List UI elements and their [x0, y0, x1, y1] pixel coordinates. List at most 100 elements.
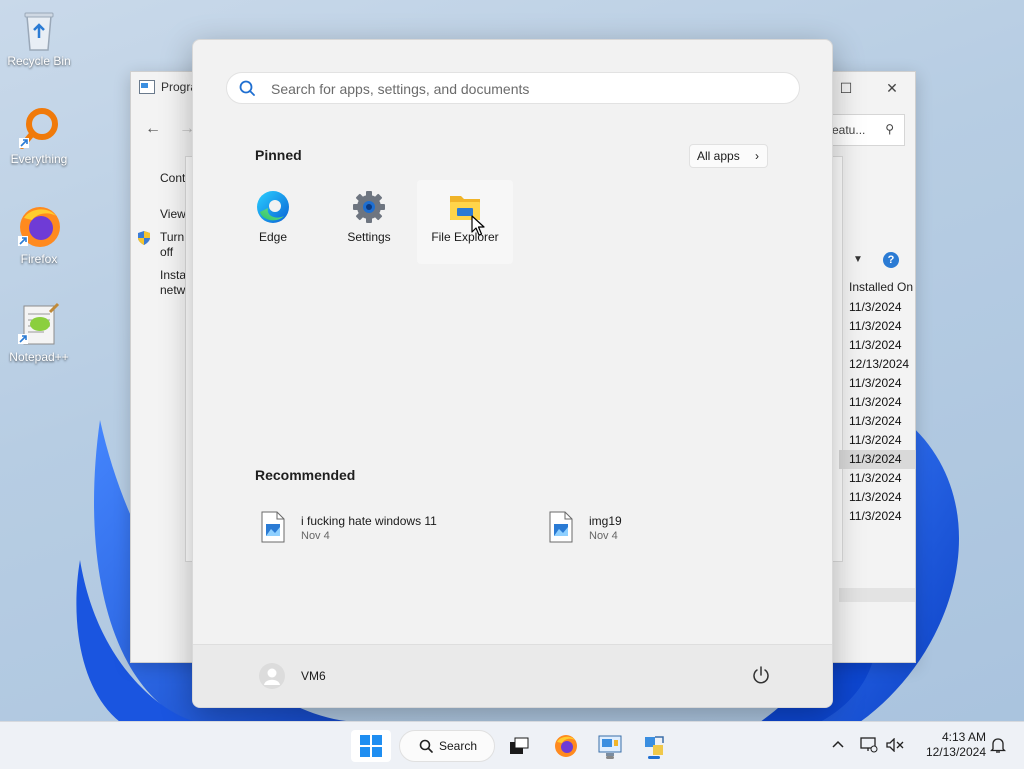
table-row[interactable]: 11/3/2024	[839, 393, 915, 412]
magnifier-icon	[19, 108, 58, 149]
table-row[interactable]: 11/3/2024	[839, 469, 915, 488]
control-panel-icon	[139, 80, 155, 94]
taskbar-firefox[interactable]	[546, 730, 586, 762]
network-status[interactable]	[858, 722, 880, 769]
sidebar-item-view[interactable]: View	[160, 207, 186, 222]
taskbar-search-label: Search	[439, 739, 478, 753]
back-button[interactable]: ←	[145, 120, 161, 138]
pinned-heading: Pinned	[255, 147, 302, 163]
clock-date: 12/13/2024	[925, 745, 986, 759]
recommended-item-name: img19	[589, 514, 622, 528]
search-icon	[419, 739, 433, 753]
taskbar-search-button[interactable]: Search	[399, 730, 495, 762]
desktop-icon-label: Firefox	[20, 252, 58, 266]
desktop-icon-label: Notepad++	[9, 350, 69, 364]
user-name[interactable]: VM6	[301, 669, 326, 683]
task-view-icon	[510, 737, 529, 754]
table-row[interactable]: 11/3/2024	[839, 431, 915, 450]
all-apps-label: All apps	[697, 149, 740, 163]
recommended-item[interactable]: img19 Nov 4	[549, 508, 749, 548]
taskbar-control-panel[interactable]	[590, 730, 630, 762]
table-row[interactable]: 11/3/2024	[839, 488, 915, 507]
pinned-app-edge[interactable]: Edge	[225, 180, 321, 264]
shield-icon	[138, 231, 150, 245]
search-icon: ⚲	[885, 122, 894, 136]
notifications-button[interactable]	[988, 722, 1008, 769]
image-file-icon	[549, 511, 573, 543]
control-panel-icon	[598, 735, 622, 756]
sidebar-item-turn-features[interactable]: Turn off	[160, 230, 184, 260]
power-icon	[753, 666, 769, 684]
chevron-up-icon[interactable]	[828, 722, 848, 769]
recycle-bin-icon	[24, 12, 54, 51]
program-settings-icon	[645, 736, 664, 755]
firefox-icon	[18, 207, 60, 247]
user-icon	[264, 668, 280, 685]
recommended-item[interactable]: i fucking hate windows 11 Nov 4	[261, 508, 491, 548]
pinned-app-label: Edge	[258, 230, 288, 244]
notepadpp-icon	[18, 302, 60, 345]
pinned-app-label: File Explorer	[431, 230, 499, 244]
start-search-box[interactable]	[226, 72, 800, 104]
chevron-down-icon[interactable]: ▼	[853, 254, 863, 265]
task-view-button[interactable]	[499, 730, 539, 762]
table-row[interactable]: 11/3/2024	[839, 317, 915, 336]
installed-dates-column: 11/3/2024 11/3/2024 11/3/2024 12/13/2024…	[839, 298, 915, 526]
start-button[interactable]	[351, 730, 391, 762]
bell-icon	[990, 738, 1006, 753]
volume-muted-icon	[886, 738, 904, 752]
table-row[interactable]: 12/13/2024	[839, 355, 915, 374]
window-search-text: eatu...	[832, 123, 866, 137]
search-icon	[239, 80, 255, 96]
window-search-box[interactable]: eatu... ⚲	[831, 114, 905, 146]
table-row[interactable]: 11/3/2024	[839, 507, 915, 526]
pinned-app-file-explorer[interactable]: File Explorer	[417, 180, 513, 264]
search-input[interactable]	[269, 77, 783, 101]
column-header-installed-on[interactable]: Installed On	[849, 280, 913, 294]
taskbar-app[interactable]	[634, 730, 674, 762]
mouse-cursor-icon	[471, 215, 485, 236]
recommended-item-date: Nov 4	[301, 530, 330, 542]
windows-logo-icon	[360, 735, 382, 757]
running-indicator	[606, 756, 614, 759]
help-icon[interactable]: ?	[883, 252, 899, 268]
desktop-icon-notepadpp[interactable]: Notepad++	[0, 302, 78, 364]
pinned-app-label: Settings	[347, 230, 391, 244]
table-row[interactable]: 11/3/2024	[839, 374, 915, 393]
power-button[interactable]	[751, 665, 771, 690]
start-menu-footer: VM6	[193, 644, 832, 707]
close-button[interactable]: ✕	[878, 76, 906, 100]
taskbar: Search 4:13 AM 12/13/2024	[0, 721, 1024, 769]
table-row[interactable]: 11/3/2024	[839, 298, 915, 317]
pinned-app-settings[interactable]: Settings	[321, 180, 417, 264]
network-icon	[860, 737, 878, 753]
desktop-icon-label: Recycle Bin	[7, 54, 71, 68]
desktop-icon-everything[interactable]: Everything	[0, 106, 78, 166]
table-row[interactable]: 11/3/2024	[839, 412, 915, 431]
horizontal-scrollbar[interactable]	[839, 588, 915, 602]
start-menu: Pinned All apps › Edge	[192, 39, 833, 708]
desktop-icon-firefox[interactable]: Firefox	[0, 204, 78, 266]
recommended-item-name: i fucking hate windows 11	[301, 514, 437, 528]
gear-icon	[353, 191, 385, 223]
desktop-icon-recycle-bin[interactable]: Recycle Bin	[0, 8, 78, 68]
image-file-icon	[261, 511, 285, 543]
user-avatar[interactable]	[259, 663, 285, 689]
active-indicator	[648, 756, 660, 759]
clock-time: 4:13 AM	[941, 730, 986, 744]
chevron-up-icon	[832, 740, 844, 748]
sidebar-item-install-network[interactable]: Insta netw	[160, 268, 188, 298]
sidebar-item-control-panel[interactable]: Cont	[160, 171, 185, 186]
taskbar-clock[interactable]: 4:13 AM 12/13/2024	[912, 730, 986, 760]
edge-icon	[257, 191, 289, 223]
table-row-selected[interactable]: 11/3/2024	[839, 450, 915, 469]
chevron-right-icon: ›	[755, 149, 759, 163]
volume-status[interactable]	[884, 722, 906, 769]
all-apps-button[interactable]: All apps ›	[689, 144, 768, 168]
desktop-icon-label: Everything	[10, 152, 68, 166]
maximize-button[interactable]: ☐	[832, 76, 860, 100]
recommended-heading: Recommended	[255, 467, 356, 483]
firefox-icon	[555, 735, 577, 757]
recommended-item-date: Nov 4	[589, 530, 618, 542]
table-row[interactable]: 11/3/2024	[839, 336, 915, 355]
